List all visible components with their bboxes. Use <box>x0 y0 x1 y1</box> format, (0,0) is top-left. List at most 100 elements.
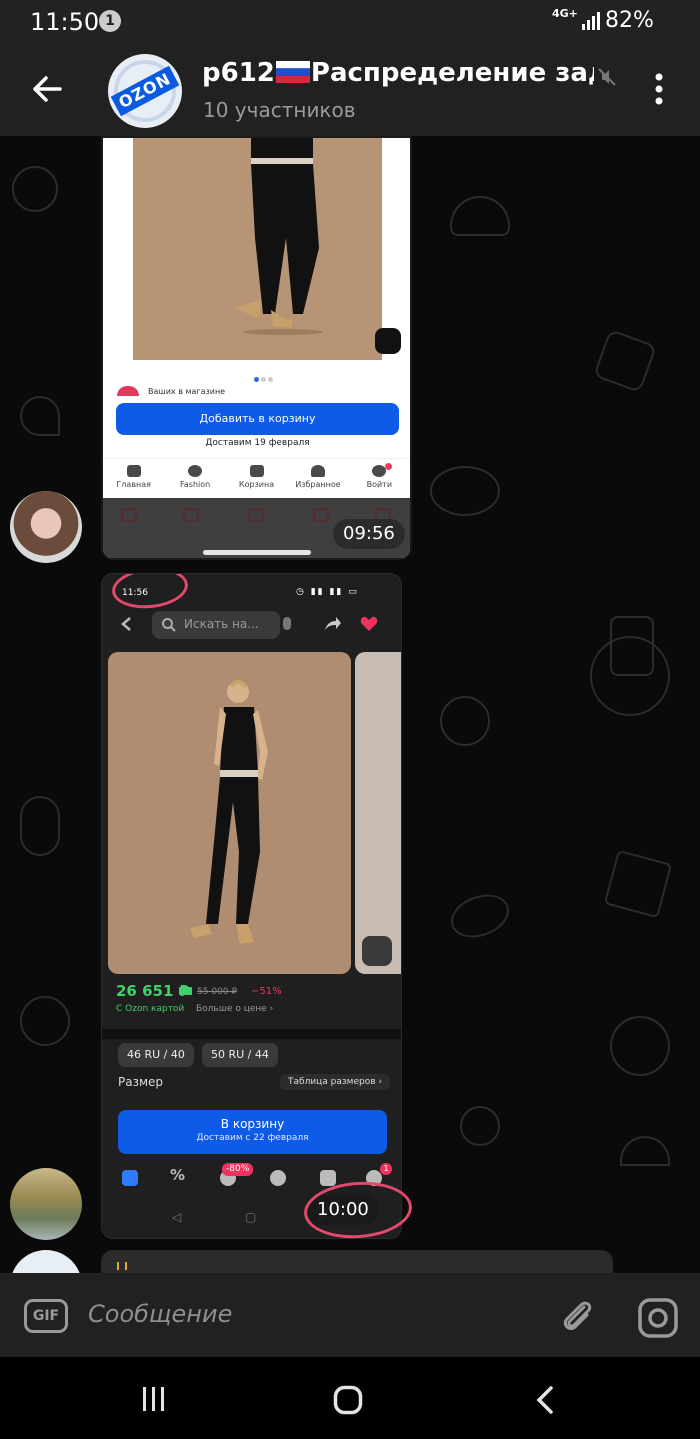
doodle-balloon <box>12 166 58 212</box>
doodle-box <box>592 328 658 394</box>
camera-icon[interactable] <box>637 1297 679 1339</box>
doodle-drop <box>20 396 60 436</box>
back-icon <box>121 508 137 522</box>
ruble-icon <box>270 1170 286 1186</box>
fashion-icon <box>188 465 203 477</box>
bookmark-icon <box>313 508 329 522</box>
chat-title-rest: Распределение зад <box>310 58 594 88</box>
model-figure <box>233 138 323 335</box>
back-arrow-icon[interactable] <box>30 72 64 106</box>
size-table-link: Таблица размеров › <box>280 1074 390 1090</box>
phone-back-icon: ◁ <box>172 1210 182 1224</box>
chat-header: OZON р612 Распределение зад 10 участников <box>0 44 700 136</box>
cart-icon <box>320 1170 336 1186</box>
screenshot-message-dark[interactable]: 11:56 ◷ ▮▮ ▮▮ ▭ Искать на... 26 651 ₽ 55… <box>101 573 402 1239</box>
mic-icon <box>283 617 291 630</box>
attach-paperclip-icon[interactable] <box>558 1297 598 1337</box>
gif-button[interactable]: GIF <box>24 1299 68 1333</box>
sender-avatar[interactable] <box>10 1168 82 1240</box>
doodle-billiard <box>460 1106 500 1146</box>
share-icon <box>325 617 341 630</box>
photo-pager-dots <box>253 367 274 386</box>
nav-label: Корзина <box>238 480 275 489</box>
visual-search-icon[interactable] <box>375 328 401 354</box>
doodle-pizza <box>610 1016 670 1076</box>
add-to-cart-button: Добавить в корзину <box>116 403 399 435</box>
add-to-cart-button: В корзину Доставим с 22 февраля <box>118 1110 387 1154</box>
member-count: 10 участников <box>203 98 356 122</box>
home-icon <box>126 465 141 477</box>
signal-icon <box>582 12 600 30</box>
next-product-photo <box>355 652 401 974</box>
nav-item-home: Главная <box>103 459 164 498</box>
sender-initial <box>117 1262 127 1270</box>
model-figure <box>190 679 268 944</box>
size-label: Размер <box>118 1075 164 1089</box>
app-bottom-nav: Главная Fashion Корзина Избранное Войти <box>103 458 410 498</box>
message-input-bar: GIF Сообщение <box>0 1273 700 1357</box>
nav-label: Fashion <box>180 480 211 489</box>
back-button-icon[interactable] <box>535 1385 555 1415</box>
doodle-bottle <box>20 796 60 856</box>
more-options-icon[interactable] <box>652 72 666 106</box>
seller-logo <box>117 386 139 396</box>
status-bar: 11:50 1 4G+ 82% <box>0 0 700 44</box>
cart-button-label: В корзину <box>220 1117 285 1131</box>
nav-label: Главная <box>116 480 151 489</box>
nav-item-login: Войти <box>349 459 410 498</box>
doodle-face <box>430 466 500 516</box>
search-placeholder: Искать на... <box>184 617 259 631</box>
doodle-fish <box>444 886 516 946</box>
login-badge <box>385 463 392 470</box>
notification-count-badge: 1 <box>99 10 121 32</box>
doodle-gift <box>603 849 673 919</box>
delivery-text: Доставим 19 февраля <box>205 438 310 448</box>
phone-status-icons: ◷ ▮▮ ▮▮ ▭ <box>296 587 359 597</box>
nav-label: Войти <box>366 480 393 489</box>
chat-title[interactable]: р612 Распределение зад <box>202 58 594 88</box>
muted-icon <box>598 68 616 86</box>
ozon-card-icon <box>179 987 192 995</box>
nav-label: Избранное <box>295 480 341 489</box>
cart-icon <box>249 465 264 477</box>
sale-badge: -80% <box>222 1163 254 1176</box>
home-icon <box>122 1170 138 1186</box>
doodle-sun <box>20 996 70 1046</box>
phone-home-icon: ▢ <box>245 1210 257 1224</box>
home-indicator <box>203 550 311 555</box>
discount: −51% <box>251 986 282 997</box>
forward-icon <box>183 508 199 522</box>
cart-count-badge: 1 <box>380 1163 392 1175</box>
back-chevron-icon <box>121 617 131 631</box>
doodle-umbrella <box>620 1136 670 1166</box>
visual-search-icon <box>362 936 392 966</box>
old-price: 55 000 ₽ <box>197 987 238 997</box>
message-time: 09:56 <box>333 519 405 549</box>
sender-avatar[interactable] <box>10 491 82 563</box>
nav-item-cart: Корзина <box>226 459 287 498</box>
nav-item-favorites: Избранное <box>287 459 348 498</box>
favorite-heart-icon <box>360 616 378 631</box>
message-input[interactable]: Сообщение <box>88 1300 232 1328</box>
product-photo <box>108 652 351 974</box>
russia-flag-icon <box>275 61 310 83</box>
highlight-circle <box>110 574 190 612</box>
size-option: 46 RU / 40 <box>118 1043 194 1067</box>
doodle-cloud <box>450 196 510 236</box>
home-button-icon[interactable] <box>333 1385 363 1415</box>
section-separator <box>102 1029 401 1039</box>
heart-icon <box>310 465 325 477</box>
nav-item-fashion: Fashion <box>164 459 225 498</box>
seller-text: Ваших в магазине <box>148 387 226 396</box>
chat-title-prefix: р612 <box>202 58 275 88</box>
doodle-ball <box>440 696 490 746</box>
product-photo <box>133 138 382 360</box>
recent-apps-icon[interactable] <box>140 1385 168 1413</box>
cart-button-delivery: Доставим с 22 февраля <box>196 1133 309 1143</box>
search-icon <box>162 618 176 632</box>
screenshot-message-light[interactable]: Ваших в магазине Добавить в корзину Дост… <box>101 136 412 560</box>
group-avatar[interactable]: OZON <box>108 54 182 128</box>
doodle-globe <box>590 636 670 716</box>
more-about-price-link: Больше о цене › <box>196 1004 274 1014</box>
status-time: 11:50 <box>30 8 100 36</box>
